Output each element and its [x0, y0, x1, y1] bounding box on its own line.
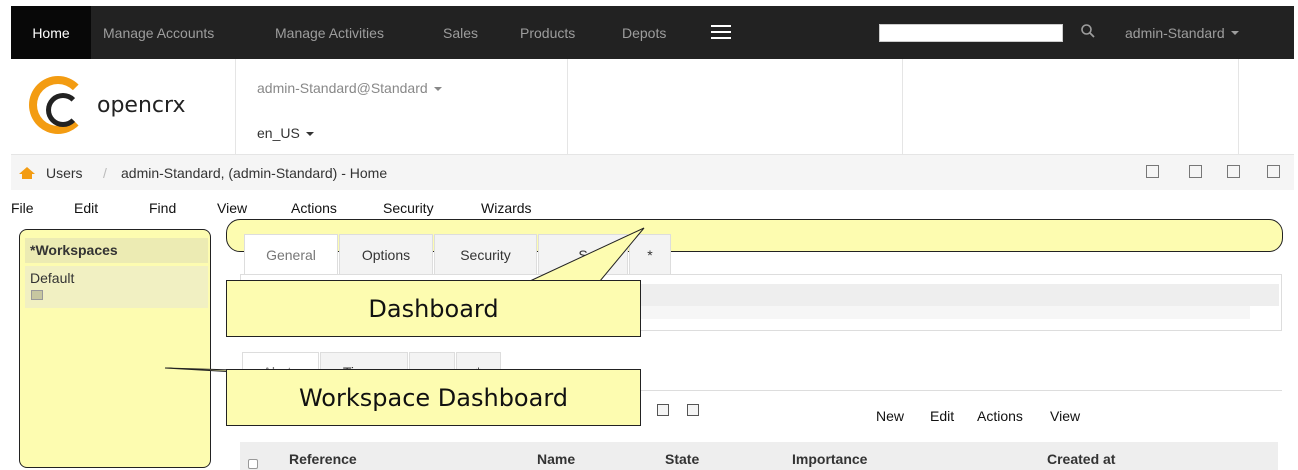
header-divider	[902, 59, 903, 155]
menu-view[interactable]: View	[217, 200, 247, 216]
locale-select[interactable]: en_US	[257, 125, 314, 141]
nav-products[interactable]: Products	[520, 6, 575, 59]
tab-security[interactable]: Security	[434, 234, 537, 274]
select-all-checkbox[interactable]	[248, 459, 258, 469]
column-importance[interactable]: Importance	[792, 451, 867, 467]
breadcrumb-current: admin-Standard, (admin-Standard) - Home	[121, 165, 388, 181]
user-menu-label: admin-Standard	[1125, 24, 1225, 41]
locale-label: en_US	[257, 125, 300, 141]
edit-button[interactable]: Edit	[930, 408, 954, 424]
actions-button[interactable]: Actions	[977, 408, 1023, 424]
tab-general[interactable]: General	[244, 234, 338, 274]
search-input[interactable]	[879, 24, 1063, 42]
user-segment-select[interactable]: admin-Standard@Standard	[257, 80, 442, 96]
column-created-at[interactable]: Created at	[1047, 451, 1115, 467]
nav-home[interactable]: Home	[11, 6, 91, 59]
hamburger-menu-icon[interactable]	[711, 25, 731, 39]
workspace-panel: *Workspaces Default	[19, 229, 211, 468]
user-segment-label: admin-Standard@Standard	[257, 80, 428, 96]
user-menu[interactable]: admin-Standard	[1125, 6, 1239, 59]
callout-dashboard: Dashboard	[226, 280, 641, 337]
header-divider	[1238, 59, 1239, 155]
home-icon[interactable]	[18, 166, 36, 180]
nav-manage-accounts[interactable]: Manage Accounts	[103, 6, 214, 59]
logo-text: opencrx	[97, 92, 186, 118]
column-state[interactable]: State	[665, 451, 699, 467]
close-icon[interactable]	[1267, 165, 1280, 178]
menu-security[interactable]: Security	[383, 200, 434, 216]
print-icon[interactable]	[1227, 165, 1240, 178]
nav-sales[interactable]: Sales	[443, 6, 478, 59]
nav-depots[interactable]: Depots	[622, 6, 666, 59]
logo-ring-icon	[29, 76, 87, 134]
tab-options[interactable]: Options	[339, 234, 433, 274]
callout-workspace-dashboard: Workspace Dashboard	[226, 369, 641, 426]
table-header: Reference Name State Importance Created …	[240, 442, 1278, 470]
chevron-down-icon	[305, 132, 314, 137]
menu-wizards[interactable]: Wizards	[481, 200, 532, 216]
minimize-icon[interactable]	[1146, 165, 1159, 178]
breadcrumb-separator: /	[103, 165, 107, 181]
workspace-item-default[interactable]: Default	[25, 266, 208, 308]
breadcrumb: Users / admin-Standard, (admin-Standard)…	[11, 155, 1294, 190]
chevron-down-icon	[433, 87, 442, 92]
breadcrumb-users[interactable]: Users	[46, 165, 83, 181]
menu-actions[interactable]: Actions	[291, 200, 337, 216]
menu-find[interactable]: Find	[149, 200, 176, 216]
list-icon[interactable]	[687, 404, 699, 416]
column-name[interactable]: Name	[537, 451, 575, 467]
search-icon[interactable]	[1080, 23, 1096, 39]
restore-icon[interactable]	[1189, 165, 1202, 178]
chevron-down-icon	[1230, 30, 1239, 35]
nav-manage-activities[interactable]: Manage Activities	[275, 6, 384, 59]
column-reference[interactable]: Reference	[289, 451, 357, 467]
workspace-icon	[31, 290, 43, 300]
opencrx-logo[interactable]: opencrx	[29, 75, 219, 135]
workspaces-header[interactable]: *Workspaces	[25, 238, 208, 263]
tab-s[interactable]: S	[538, 234, 628, 274]
menu-file[interactable]: File	[11, 200, 34, 216]
header-divider	[235, 59, 236, 155]
new-button[interactable]: New	[876, 408, 904, 424]
checkbox-icon[interactable]	[657, 404, 669, 416]
top-navbar: Home Manage Accounts Manage Activities S…	[11, 6, 1294, 59]
menu-edit[interactable]: Edit	[74, 200, 98, 216]
header: opencrx admin-Standard@Standard en_US	[11, 59, 1294, 155]
view-button[interactable]: View	[1050, 408, 1080, 424]
tab-more[interactable]: *	[629, 234, 671, 274]
header-divider	[567, 59, 568, 155]
